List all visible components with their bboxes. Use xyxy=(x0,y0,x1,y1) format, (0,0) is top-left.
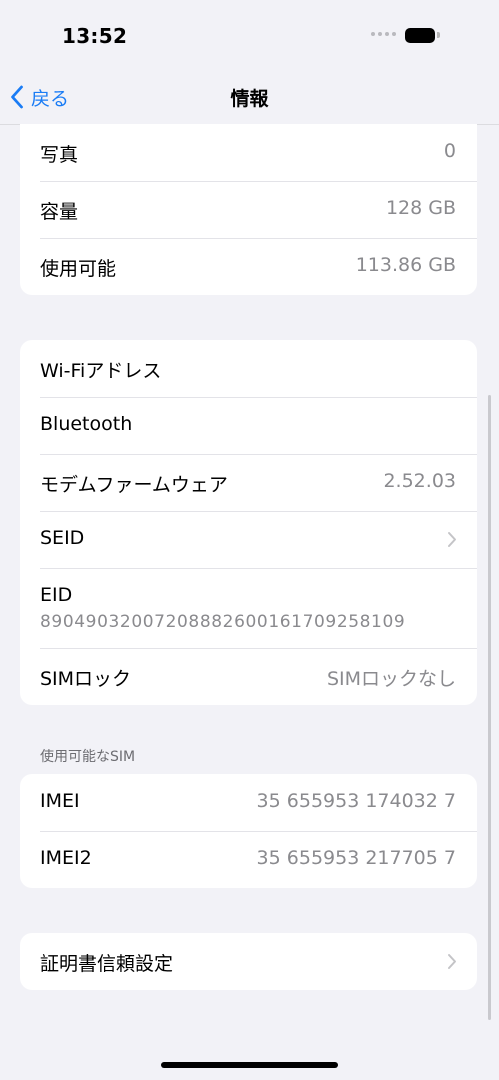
section-header-available-sim: 使用可能なSIM xyxy=(40,749,136,765)
row-bluetooth: Bluetooth xyxy=(20,397,477,454)
imei-value: 35 655953 174032 7 xyxy=(256,790,456,812)
battery-cap xyxy=(437,32,440,38)
chevron-right-icon xyxy=(448,954,456,969)
network-group: Wi-Fiアドレス Bluetooth モデムファームウェア 2.52.03 S… xyxy=(20,340,477,705)
status-bar: 13:52 xyxy=(0,0,499,70)
row-photos: 写真 0 xyxy=(20,124,477,181)
row-wifi-address: Wi-Fiアドレス xyxy=(20,340,477,397)
seid-label: SEID xyxy=(40,527,85,549)
eid-value: 89049032007208882600161709258109 xyxy=(40,612,406,632)
modem-firmware-label: モデムファームウェア xyxy=(40,474,228,496)
row-available: 使用可能 113.86 GB xyxy=(20,238,477,295)
eid-label: EID xyxy=(40,584,73,606)
storage-group: 写真 0 容量 128 GB 使用可能 113.86 GB xyxy=(20,124,477,295)
row-imei2: IMEI2 35 655953 217705 7 xyxy=(20,831,477,888)
row-seid[interactable]: SEID xyxy=(20,511,477,568)
photos-value: 0 xyxy=(443,140,456,162)
photos-label: 写真 xyxy=(40,144,79,166)
certificate-trust-label: 証明書信頼設定 xyxy=(40,953,174,975)
bluetooth-label: Bluetooth xyxy=(40,413,133,435)
imei-label: IMEI xyxy=(40,790,80,812)
signal-icon xyxy=(371,32,396,36)
row-capacity: 容量 128 GB xyxy=(20,181,477,238)
page-title: 情報 xyxy=(230,88,269,110)
row-imei: IMEI 35 655953 174032 7 xyxy=(20,774,477,831)
chevron-right-icon xyxy=(448,532,456,547)
sim-group: IMEI 35 655953 174032 7 IMEI2 35 655953 … xyxy=(20,774,477,888)
sim-lock-label: SIMロック xyxy=(40,668,132,690)
home-indicator[interactable] xyxy=(161,1062,338,1068)
certificate-group: 証明書信頼設定 xyxy=(20,933,477,990)
sim-lock-value: SIMロックなし xyxy=(326,668,456,690)
available-value: 113.86 GB xyxy=(355,254,456,276)
row-eid: EID 89049032007208882600161709258109 xyxy=(20,568,477,648)
capacity-label: 容量 xyxy=(40,201,79,223)
row-sim-lock: SIMロック SIMロックなし xyxy=(20,648,477,705)
row-certificate-trust-settings[interactable]: 証明書信頼設定 xyxy=(20,933,477,990)
modem-firmware-value: 2.52.03 xyxy=(383,470,456,492)
row-modem-firmware: モデムファームウェア 2.52.03 xyxy=(20,454,477,511)
imei2-value: 35 655953 217705 7 xyxy=(256,847,456,869)
status-time: 13:52 xyxy=(62,24,128,48)
battery-icon xyxy=(405,28,435,43)
scroll-indicator[interactable] xyxy=(488,395,491,1020)
capacity-value: 128 GB xyxy=(385,197,456,219)
available-label: 使用可能 xyxy=(40,258,117,280)
wifi-address-label: Wi-Fiアドレス xyxy=(40,360,162,382)
imei2-label: IMEI2 xyxy=(40,847,92,869)
navigation-bar: 戻る 情報 xyxy=(0,70,499,125)
